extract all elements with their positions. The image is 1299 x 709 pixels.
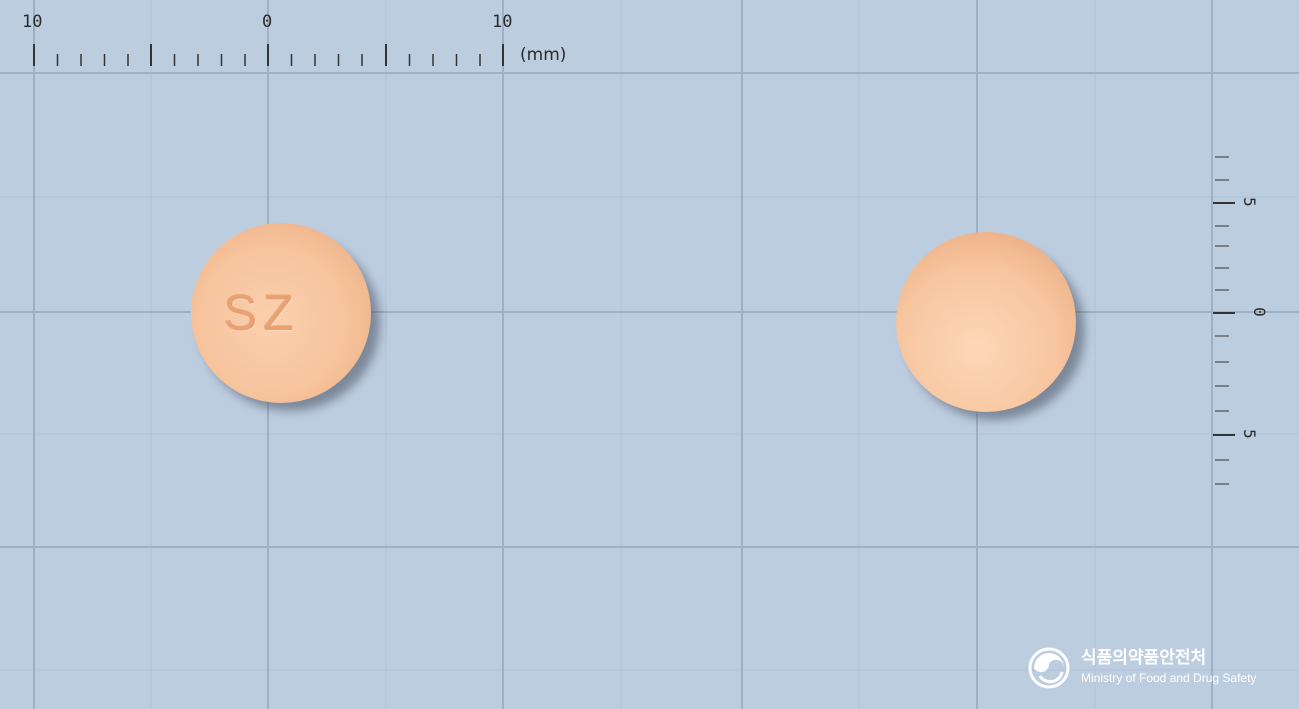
tablet-back bbox=[896, 232, 1085, 420]
ruler-label-vertical-top-5: 5 bbox=[1239, 197, 1259, 207]
photo-background bbox=[0, 0, 1299, 709]
tablet-imprint: SZ bbox=[224, 285, 300, 341]
ruler-label-zero: 0 bbox=[262, 12, 273, 32]
ruler-label-vertical-bottom-5: 5 bbox=[1239, 429, 1259, 439]
mfds-logo-icon bbox=[1028, 647, 1070, 689]
major-grid bbox=[0, 0, 1299, 709]
logo-korean-text: 식품의약품안전처 bbox=[1081, 648, 1207, 668]
right-ruler-ticks bbox=[1213, 156, 1235, 485]
ruler-label-right-10: 10 bbox=[492, 12, 513, 32]
ruler-label-left-10: 10 bbox=[22, 12, 43, 32]
ruler-label-vertical-zero: 0 bbox=[1249, 307, 1269, 317]
minor-grid bbox=[0, 0, 1299, 709]
logo-english-text: Ministry of Food and Drug Safety bbox=[1081, 671, 1257, 685]
ruler-unit-label: (mm) bbox=[520, 45, 567, 65]
top-ruler-ticks bbox=[33, 44, 504, 66]
